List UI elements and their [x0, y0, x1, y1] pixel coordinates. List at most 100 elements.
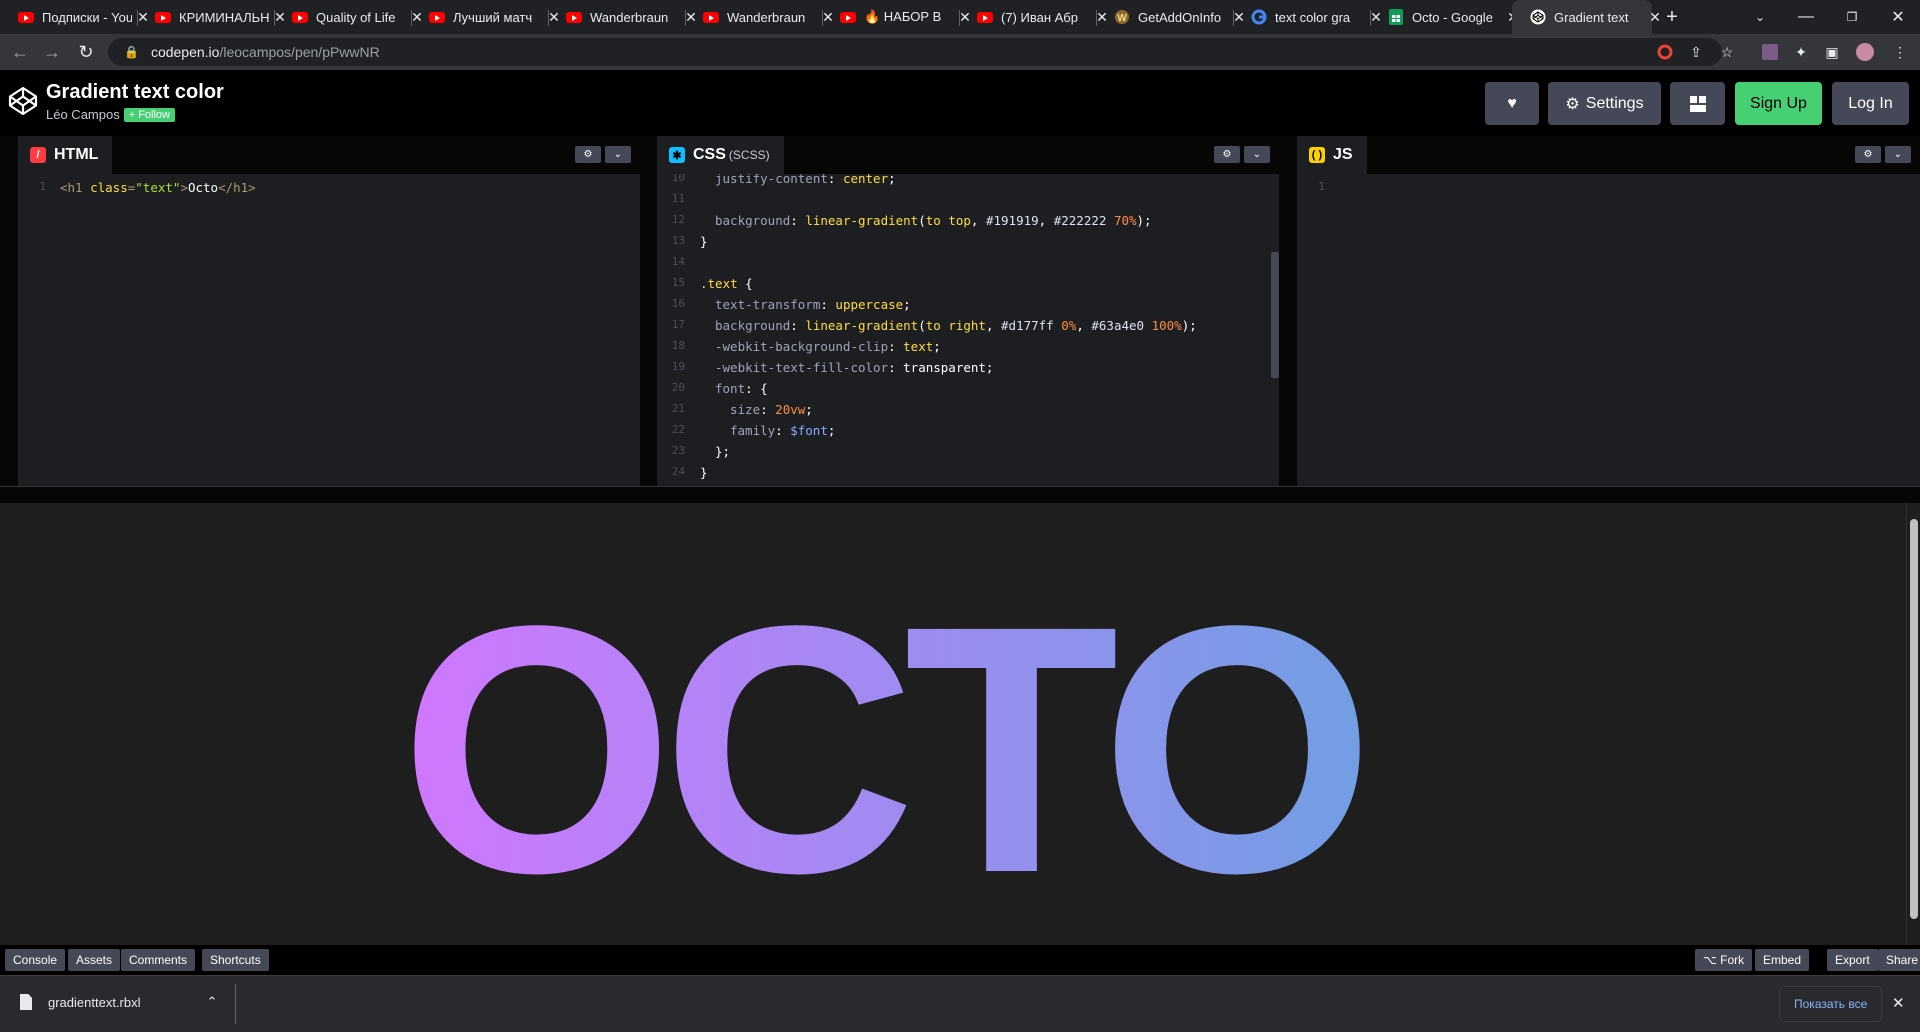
layout-grid-icon: [1689, 95, 1706, 112]
profile-avatar-icon[interactable]: [1855, 42, 1875, 62]
tab-title: 🔥 НАБОР В: [864, 9, 942, 24]
css-tab[interactable]: ✱ CSS (SCSS): [657, 136, 784, 174]
back-icon[interactable]: ←: [6, 38, 34, 66]
tab-search-icon[interactable]: ⌄: [1742, 0, 1778, 34]
close-downloads-icon[interactable]: ✕: [1892, 994, 1905, 1012]
share-icon[interactable]: ⇪: [1686, 42, 1706, 62]
svg-text:W: W: [1117, 13, 1127, 24]
code-area[interactable]: 10 justify-content: center; 11 12 backgr…: [657, 174, 1279, 486]
html-tab[interactable]: / HTML: [18, 136, 113, 174]
js-tab[interactable]: ( ) JS: [1297, 136, 1367, 174]
tab-title: Gradient text: [1554, 9, 1629, 25]
login-button[interactable]: Log In: [1832, 82, 1909, 125]
forward-icon[interactable]: →: [38, 38, 66, 66]
settings-label: Settings: [1585, 94, 1644, 112]
preview-scrollbar[interactable]: [1906, 503, 1920, 945]
code-area[interactable]: 1: [1297, 174, 1920, 486]
bookmark-star-icon[interactable]: ☆: [1717, 42, 1737, 62]
editor-settings-button[interactable]: ⚙: [575, 146, 601, 163]
tab-title: (7) Иван Абр: [1001, 9, 1078, 25]
editor-settings-button[interactable]: ⚙: [1855, 146, 1881, 163]
chevron-up-icon[interactable]: ⌃: [207, 994, 218, 1010]
resize-gutter[interactable]: [0, 486, 1920, 503]
layout-button[interactable]: [1670, 82, 1725, 125]
youtube-icon: [703, 9, 719, 25]
embed-button[interactable]: Embed: [1755, 949, 1810, 971]
code-area[interactable]: 1 <h1 class="text">Octo</h1>: [18, 174, 640, 486]
export-button[interactable]: Export: [1827, 949, 1878, 971]
line-number: 12: [671, 213, 685, 226]
editor-collapse-button[interactable]: ⌄: [1244, 146, 1270, 163]
editor-tabbar: ( ) JS ⚙ ⌄: [1297, 136, 1920, 174]
editor-collapse-button[interactable]: ⌄: [1885, 146, 1911, 163]
reload-icon[interactable]: ↻: [72, 38, 100, 66]
tab[interactable]: КРИМИНАЛЬНЫЙ✕: [137, 0, 297, 34]
line-number: 10: [671, 174, 685, 184]
menu-dots-icon[interactable]: ⋮: [1890, 42, 1910, 62]
fork-button[interactable]: ⌥ Fork: [1695, 949, 1753, 971]
assets-button[interactable]: Assets: [68, 949, 121, 971]
extension-avatar-icon[interactable]: [1760, 42, 1780, 62]
heart-icon: ♥: [1507, 94, 1517, 112]
browser-window: Подписки - YouTube✕ КРИМИНАЛЬНЫЙ✕ Qualit…: [0, 0, 1920, 1032]
pen-title[interactable]: Gradient text color: [46, 81, 224, 104]
line-number: 13: [671, 234, 685, 247]
code-line: }: [700, 234, 708, 249]
shortcuts-button[interactable]: Shortcuts: [202, 949, 269, 971]
tab[interactable]: Quality of Life ✕: [274, 0, 434, 34]
extensions-puzzle-icon[interactable]: ✦: [1791, 42, 1811, 62]
tab[interactable]: Подписки - YouTube✕: [0, 0, 160, 34]
js-editor[interactable]: ( ) JS ⚙ ⌄ 1: [1297, 136, 1920, 486]
line-number: 15: [671, 276, 685, 289]
code-line: -webkit-background-clip: text;: [715, 339, 941, 354]
codepen-header: Gradient text color Léo Campos + Follow …: [0, 70, 1920, 136]
tab[interactable]: W GetAddOnInfo ✕: [1096, 0, 1256, 34]
tab-strip: Подписки - YouTube✕ КРИМИНАЛЬНЫЙ✕ Qualit…: [0, 0, 1920, 34]
author-name[interactable]: Léo Campos: [46, 107, 120, 122]
follow-button[interactable]: + Follow: [123, 107, 175, 122]
console-button[interactable]: Console: [5, 949, 66, 971]
tab-title: КРИМИНАЛЬНЫЙ: [179, 9, 269, 25]
heart-button[interactable]: ♥: [1485, 82, 1539, 125]
tab[interactable]: (7) Иван Абр ✕: [959, 0, 1119, 34]
line-number: 20: [671, 381, 685, 394]
comments-button[interactable]: Comments: [121, 949, 196, 971]
html-label: HTML: [54, 146, 99, 163]
editor-collapse-button[interactable]: ⌄: [605, 146, 631, 163]
line-number: 11: [671, 192, 685, 205]
google-lens-icon[interactable]: [1655, 42, 1675, 62]
youtube-icon: [292, 9, 308, 25]
tab[interactable]: 🔥 НАБОР В ✕: [822, 0, 982, 34]
window-close-icon[interactable]: ✕: [1880, 0, 1916, 34]
side-panel-icon[interactable]: ▣: [1822, 42, 1842, 62]
scrollbar-thumb[interactable]: [1910, 519, 1918, 919]
minimize-icon[interactable]: —: [1788, 0, 1824, 34]
code-line: .text {: [700, 276, 753, 291]
download-item[interactable]: gradienttext.rbxl ⌃: [20, 994, 217, 1010]
tab-title: Wanderbraun: [590, 9, 669, 25]
tab[interactable]: Лучший матч ✕: [411, 0, 571, 34]
css-editor[interactable]: ✱ CSS (SCSS) ⚙ ⌄ 10 justify-content: cente…: [657, 136, 1279, 486]
codepen-logo-icon[interactable]: [8, 86, 38, 116]
share-button[interactable]: Share: [1878, 949, 1920, 971]
tab[interactable]: Octo - Google✕: [1370, 0, 1530, 34]
tab-title: Quality of Life: [316, 9, 396, 25]
editor-tabbar: ✱ CSS (SCSS) ⚙ ⌄: [657, 136, 1279, 174]
editor-settings-button[interactable]: ⚙: [1214, 146, 1240, 163]
gear-icon: ⚙: [1565, 95, 1580, 113]
browser-toolbar: ← → ↻ 🔒 codepen.io/leocampos/pen/pPwwNR …: [0, 34, 1920, 70]
settings-button[interactable]: ⚙ Settings: [1548, 82, 1661, 125]
tab[interactable]: Wanderbraun ✕: [685, 0, 845, 34]
tab[interactable]: Wanderbraun ✕: [548, 0, 708, 34]
html-editor[interactable]: / HTML ⚙ ⌄ 1 <h1 class="text">Octo</h1>: [18, 136, 640, 486]
tab-active[interactable]: Gradient text ✕: [1512, 0, 1661, 34]
code-line: background: linear-gradient(to top, #191…: [715, 213, 1152, 228]
show-all-button[interactable]: Показать все: [1779, 986, 1883, 1022]
new-tab-icon[interactable]: +: [1654, 0, 1690, 34]
editor-scrollbar[interactable]: [1271, 252, 1279, 378]
js-lang-icon: ( ): [1309, 147, 1325, 163]
signup-button[interactable]: Sign Up: [1735, 82, 1822, 125]
tab[interactable]: text color gra ✕: [1233, 0, 1393, 34]
address-bar[interactable]: 🔒 codepen.io/leocampos/pen/pPwwNR: [108, 38, 1722, 66]
restore-icon[interactable]: ❐: [1834, 0, 1870, 34]
